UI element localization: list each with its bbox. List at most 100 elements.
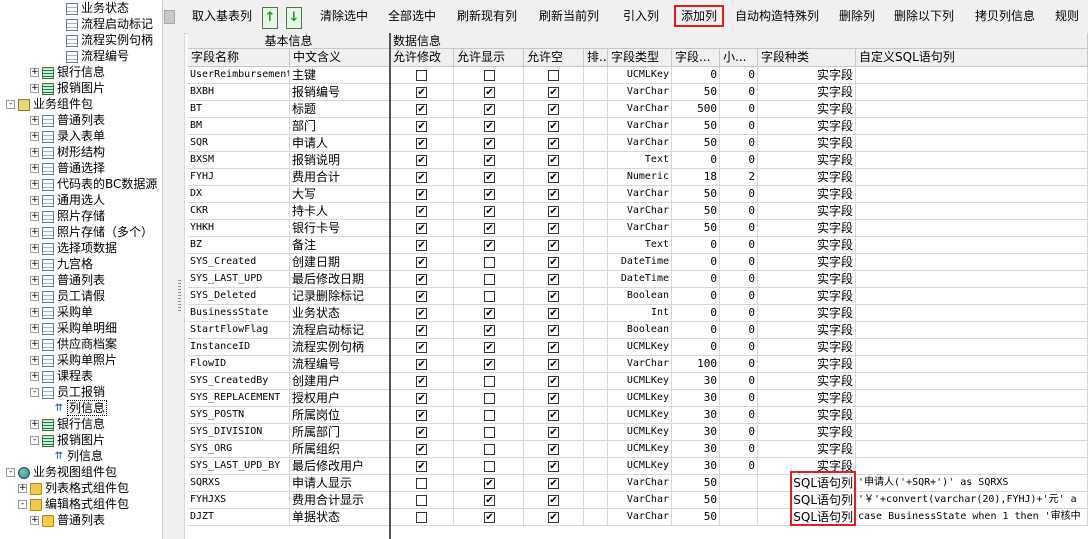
chinese-meaning-cell[interactable]: 持卡人 <box>290 203 390 220</box>
tree-node[interactable]: ⇈ 列信息 <box>42 400 108 416</box>
allow-edit-checkbox[interactable]: ✔ <box>416 87 427 98</box>
custom-sql-cell[interactable] <box>856 84 1088 101</box>
allow-display-checkbox[interactable]: ✔ <box>484 189 495 200</box>
allow-display-checkbox[interactable]: ✔ <box>484 325 495 336</box>
field-kind-cell[interactable]: 实字段 <box>758 356 856 373</box>
field-type-cell[interactable]: UCMLKey <box>608 339 672 356</box>
allow-display-checkbox[interactable] <box>484 427 495 438</box>
allow-null-checkbox[interactable]: ✔ <box>548 223 559 234</box>
decimal-cell[interactable]: 0 <box>720 220 758 237</box>
allow-null-checkbox[interactable]: ✔ <box>548 257 559 268</box>
rules-button[interactable]: 规则 <box>1048 5 1086 27</box>
field-name-cell[interactable]: SYS_ORG <box>188 441 290 458</box>
sort-cell[interactable] <box>584 492 608 509</box>
copy-column-info-button[interactable]: 拷贝列信息 <box>966 5 1044 27</box>
field-length-cell[interactable]: 30 <box>672 458 720 475</box>
tree-node[interactable]: 流程启动标记 <box>54 16 153 32</box>
field-length-cell[interactable]: 0 <box>672 305 720 322</box>
field-type-cell[interactable]: VarChar <box>608 203 672 220</box>
table-row[interactable]: StartFlowFlag 流程启动标记 ✔ ✔ ✔ Boolean 0 0 实字段 <box>188 322 1088 339</box>
field-type-cell[interactable]: UCMLKey <box>608 424 672 441</box>
field-length-cell[interactable]: 18 <box>672 169 720 186</box>
tree-scrollbar-thumb[interactable] <box>164 10 175 24</box>
field-length-cell[interactable]: 500 <box>672 101 720 118</box>
allow-edit-checkbox[interactable]: ✔ <box>416 257 427 268</box>
allow-display-checkbox[interactable] <box>484 376 495 387</box>
field-kind-cell[interactable]: 实字段 <box>758 271 856 288</box>
field-name-cell[interactable]: BXBH <box>188 84 290 101</box>
tree-node[interactable]: + 通用选人 <box>30 192 105 208</box>
field-type-cell[interactable]: VarChar <box>608 475 672 492</box>
table-row[interactable]: SQR 申请人 ✔ ✔ ✔ VarChar 50 0 实字段 <box>188 135 1088 152</box>
column-header[interactable]: 允许空 <box>524 49 584 67</box>
sort-cell[interactable] <box>584 237 608 254</box>
field-type-cell[interactable]: VarChar <box>608 101 672 118</box>
field-length-cell[interactable]: 50 <box>672 203 720 220</box>
field-kind-cell[interactable]: 实字段 <box>758 305 856 322</box>
allow-null-checkbox[interactable]: ✔ <box>548 359 559 370</box>
tree-node[interactable]: + 银行信息 <box>30 64 105 80</box>
chinese-meaning-cell[interactable]: 流程编号 <box>290 356 390 373</box>
allow-edit-checkbox[interactable]: ✔ <box>416 325 427 336</box>
decimal-cell[interactable]: 0 <box>720 458 758 475</box>
field-name-cell[interactable]: SQR <box>188 135 290 152</box>
custom-sql-cell[interactable] <box>856 288 1088 305</box>
sort-cell[interactable] <box>584 220 608 237</box>
import-column-button[interactable]: 引入列 <box>612 5 670 27</box>
allow-null-checkbox[interactable]: ✔ <box>548 172 559 183</box>
table-row[interactable]: BXSM 报销说明 ✔ ✔ ✔ Text 0 0 实字段 <box>188 152 1088 169</box>
sort-cell[interactable] <box>584 373 608 390</box>
field-kind-cell[interactable]: 实字段 <box>758 288 856 305</box>
field-type-cell[interactable]: UCMLKey <box>608 407 672 424</box>
sort-cell[interactable] <box>584 271 608 288</box>
allow-display-checkbox[interactable] <box>484 410 495 421</box>
field-kind-cell[interactable]: SQL语句列 <box>758 475 856 492</box>
allow-null-checkbox[interactable]: ✔ <box>548 87 559 98</box>
allow-null-checkbox[interactable]: ✔ <box>548 325 559 336</box>
custom-sql-cell[interactable] <box>856 101 1088 118</box>
custom-sql-cell[interactable] <box>856 237 1088 254</box>
custom-sql-cell[interactable] <box>856 135 1088 152</box>
decimal-cell[interactable]: 0 <box>720 118 758 135</box>
field-type-cell[interactable]: UCMLKey <box>608 390 672 407</box>
custom-sql-cell[interactable] <box>856 152 1088 169</box>
decimal-cell[interactable]: 0 <box>720 67 758 84</box>
field-name-cell[interactable]: UserReimbursement <box>188 67 290 84</box>
table-row[interactable]: CKR 持卡人 ✔ ✔ ✔ VarChar 50 0 实字段 <box>188 203 1088 220</box>
allow-display-checkbox[interactable]: ✔ <box>484 172 495 183</box>
allow-display-checkbox[interactable] <box>484 257 495 268</box>
table-row[interactable]: BusinessState 业务状态 ✔ ✔ ✔ Int 0 0 实字段 <box>188 305 1088 322</box>
custom-sql-cell[interactable] <box>856 441 1088 458</box>
chinese-meaning-cell[interactable]: 流程启动标记 <box>290 322 390 339</box>
sort-cell[interactable] <box>584 101 608 118</box>
add-column-button[interactable]: 添加列 <box>674 5 724 27</box>
field-name-cell[interactable]: InstanceID <box>188 339 290 356</box>
allow-display-checkbox[interactable]: ✔ <box>484 206 495 217</box>
sort-cell[interactable] <box>584 339 608 356</box>
expand-plus-icon[interactable]: + <box>30 180 39 189</box>
tree-node[interactable]: + 采购单照片 <box>30 352 117 368</box>
tree-node[interactable]: + 列表格式组件包 <box>18 480 129 496</box>
custom-sql-cell[interactable] <box>856 407 1088 424</box>
allow-edit-checkbox[interactable]: ✔ <box>416 104 427 115</box>
field-type-cell[interactable]: Boolean <box>608 288 672 305</box>
custom-sql-cell[interactable]: '申请人('+SQR+')' as SQRXS <box>856 475 1088 492</box>
expand-plus-icon[interactable]: + <box>18 484 27 493</box>
allow-display-checkbox[interactable]: ✔ <box>484 121 495 132</box>
field-name-cell[interactable]: SYS_DIVISION <box>188 424 290 441</box>
field-name-cell[interactable]: BT <box>188 101 290 118</box>
allow-display-checkbox[interactable]: ✔ <box>484 104 495 115</box>
field-length-cell[interactable]: 50 <box>672 186 720 203</box>
tree-node[interactable]: + 普通列表 <box>30 112 105 128</box>
table-row[interactable]: FlowID 流程编号 ✔ ✔ ✔ VarChar 100 0 实字段 <box>188 356 1088 373</box>
table-row[interactable]: SYS_DIVISION 所属部门 ✔ ✔ UCMLKey 30 0 实字段 <box>188 424 1088 441</box>
sort-cell[interactable] <box>584 135 608 152</box>
tree-node[interactable]: 业务状态 <box>54 0 129 16</box>
custom-sql-cell[interactable] <box>856 339 1088 356</box>
allow-display-checkbox[interactable]: ✔ <box>484 87 495 98</box>
field-kind-cell[interactable]: 实字段 <box>758 169 856 186</box>
sort-cell[interactable] <box>584 254 608 271</box>
field-length-cell[interactable]: 50 <box>672 509 720 526</box>
field-name-cell[interactable]: BusinessState <box>188 305 290 322</box>
tree-node[interactable]: + 员工请假 <box>30 288 105 304</box>
